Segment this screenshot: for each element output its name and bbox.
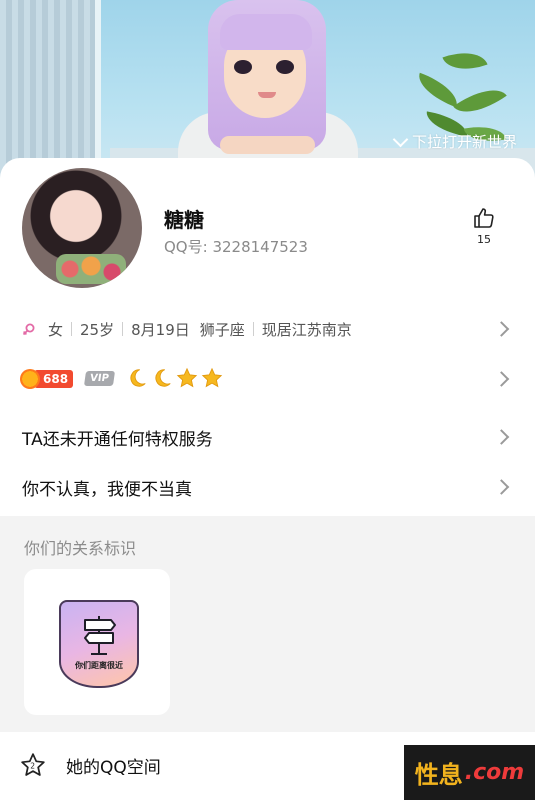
- sun-icon: [20, 369, 40, 389]
- level-badge: 688: [20, 369, 74, 389]
- profile-card: 糖糖 QQ号: 3228147523 15 女 25岁 8月19日 狮子座 现居…: [0, 158, 535, 518]
- pull-down-hint[interactable]: 下拉打开新世界: [392, 131, 517, 152]
- level-icons: [126, 367, 223, 389]
- divider: [71, 322, 73, 336]
- divider: [252, 322, 254, 336]
- location: 现居江苏南京: [261, 320, 352, 339]
- signature-text: 你不认真，我便不当真: [22, 479, 192, 500]
- pull-down-hint-text: 下拉打开新世界: [411, 133, 517, 151]
- relationship-tag-label: 你们距离很近: [75, 661, 123, 670]
- avatar[interactable]: [22, 168, 142, 288]
- privilege-text: TA还未开通任何特权服务: [22, 429, 213, 450]
- divider: [122, 322, 124, 336]
- section-title: 你们的关系标识: [24, 539, 137, 558]
- chevron-right-icon: [493, 429, 510, 445]
- avatar-3d-bangs: [220, 14, 312, 50]
- basic-info-row[interactable]: 女 25岁 8月19日 狮子座 现居江苏南京: [0, 304, 535, 354]
- star-icon: [201, 367, 223, 388]
- profile-name: 糖糖: [164, 208, 204, 232]
- watermark-logo: 性息 .com: [404, 745, 535, 800]
- badge-row[interactable]: 688 VIP: [0, 354, 535, 404]
- qq-number-value: 3228147523: [212, 238, 308, 256]
- qzone-star-icon: 2: [21, 753, 45, 776]
- age: 25岁: [80, 320, 115, 339]
- zodiac: 狮子座: [199, 320, 245, 339]
- watermark-cn: 性息: [414, 761, 463, 789]
- gender: 女: [48, 320, 64, 339]
- svg-text:2: 2: [30, 761, 35, 770]
- avatar-3d-eye: [234, 60, 252, 74]
- like-count: 15: [477, 233, 491, 246]
- watermark-dot: .com: [464, 760, 525, 785]
- vip-badge: VIP: [83, 371, 115, 386]
- chevron-down-icon: [392, 131, 409, 147]
- like-button[interactable]: 15: [468, 206, 500, 246]
- birthday: 8月19日: [131, 320, 190, 339]
- signature-row[interactable]: 你不认真，我便不当真: [0, 462, 535, 512]
- qq-number: QQ号: 3228147523: [164, 236, 308, 257]
- qzone-label: 她的QQ空间: [66, 758, 161, 778]
- privilege-row[interactable]: TA还未开通任何特权服务: [0, 412, 535, 462]
- moon-icon: [155, 369, 171, 387]
- female-icon: [22, 323, 35, 336]
- avatar-3d-eye: [276, 60, 294, 74]
- relationship-shield-badge: 你们距离很近: [59, 600, 139, 688]
- thumbs-up-icon: [474, 208, 494, 228]
- relationship-tag-card[interactable]: 你们距离很近: [24, 569, 170, 715]
- chevron-right-icon: [493, 321, 510, 337]
- moon-icon: [130, 369, 146, 387]
- qq-label: QQ号:: [164, 238, 213, 256]
- chevron-right-icon: [493, 371, 510, 387]
- relationship-section: 你们的关系标识 你们距离很近: [0, 516, 535, 732]
- signpost-icon: [84, 616, 116, 655]
- chevron-right-icon: [493, 479, 510, 495]
- avatar-3d-arms: [220, 136, 315, 154]
- avatar-flowers: [56, 254, 126, 284]
- star-icon: [176, 367, 198, 388]
